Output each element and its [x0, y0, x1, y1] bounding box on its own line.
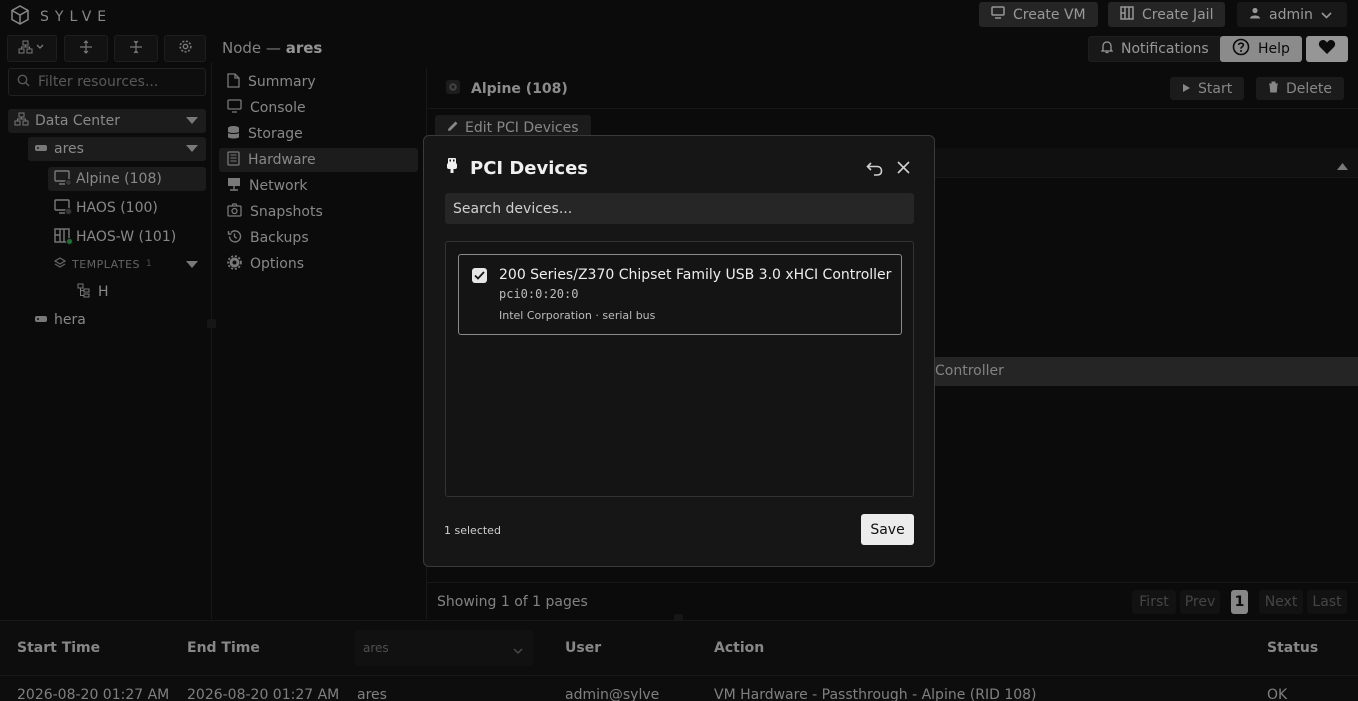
pci-devices-dialog: PCI Devices Search devices... 200 Series… [423, 135, 935, 567]
usb-plug-icon [446, 157, 458, 179]
device-address: pci0:0:20:0 [499, 287, 579, 301]
device-name: 200 Series/Z370 Chipset Family USB 3.0 x… [499, 267, 892, 283]
checkmark-icon [474, 268, 485, 284]
search-devices-input[interactable]: Search devices... [445, 193, 914, 224]
dialog-title-text: PCI Devices [470, 157, 589, 179]
dialog-actions [866, 161, 910, 180]
device-list: 200 Series/Z370 Chipset Family USB 3.0 x… [445, 241, 914, 497]
device-card[interactable]: 200 Series/Z370 Chipset Family USB 3.0 x… [458, 254, 902, 335]
search-placeholder: Search devices... [453, 200, 573, 217]
undo-icon[interactable] [866, 161, 883, 180]
device-vendor: Intel Corporation · serial bus [499, 309, 656, 322]
device-checkbox[interactable] [472, 268, 487, 283]
dialog-title: PCI Devices [446, 157, 588, 179]
selected-count: 1 selected [444, 524, 501, 537]
close-icon[interactable] [897, 161, 910, 180]
save-button[interactable]: Save [861, 514, 914, 545]
